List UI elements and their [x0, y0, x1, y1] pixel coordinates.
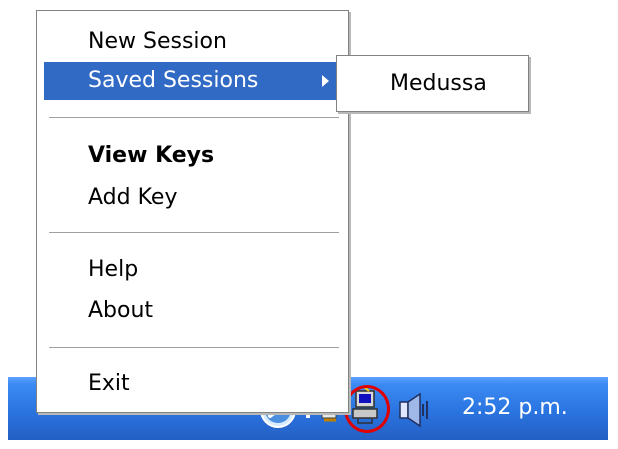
menu-separator: [49, 232, 339, 233]
context-menu: New Session Saved Sessions View Keys Add…: [36, 10, 349, 413]
menu-item-exit[interactable]: Exit: [44, 365, 341, 403]
submenu-arrow-icon: [322, 75, 329, 87]
menu-item-help[interactable]: Help: [44, 251, 341, 289]
menu-separator: [49, 117, 339, 118]
putty-agent-icon[interactable]: [344, 385, 390, 433]
clock[interactable]: 2:52 p.m.: [462, 395, 568, 420]
menu-item-add-key[interactable]: Add Key: [44, 179, 341, 217]
menu-separator: [49, 347, 339, 348]
highlight-circle: [344, 385, 390, 433]
menu-item-view-keys[interactable]: View Keys: [44, 137, 341, 175]
volume-icon[interactable]: [396, 390, 432, 430]
menu-item-about[interactable]: About: [44, 292, 341, 330]
desktop: EN 2:52 p.m. New Session Saved Sessions: [0, 0, 618, 449]
saved-sessions-submenu: Medussa: [336, 55, 529, 112]
menu-item-saved-sessions[interactable]: Saved Sessions: [44, 62, 341, 100]
menu-item-new-session[interactable]: New Session: [44, 23, 341, 61]
submenu-item-medussa[interactable]: Medussa: [337, 65, 528, 103]
menu-item-label: Saved Sessions: [88, 68, 259, 93]
